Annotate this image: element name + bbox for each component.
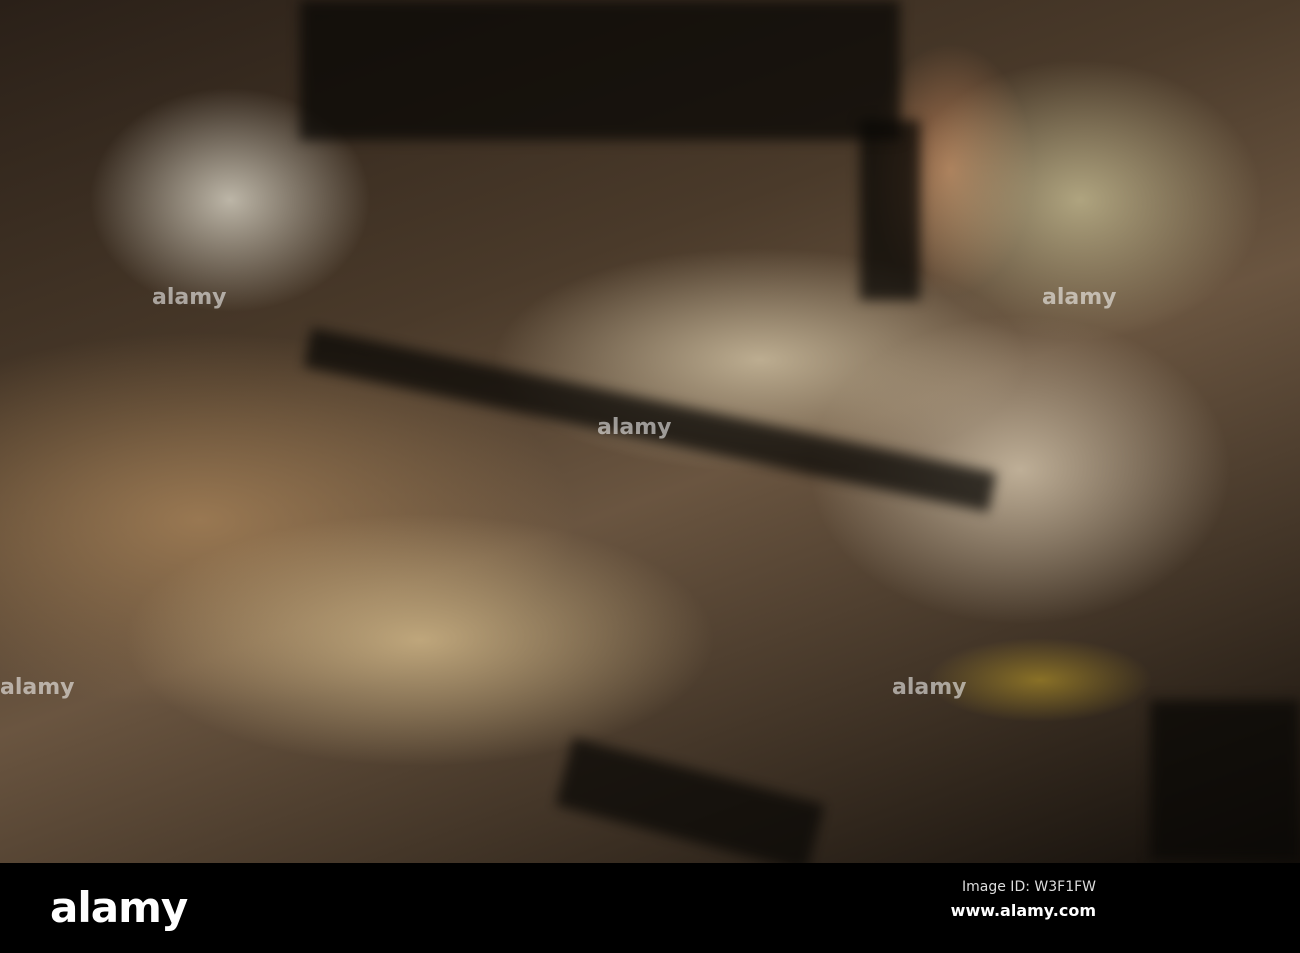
rock-crevice-shadow bbox=[555, 737, 825, 863]
cave-gap-shadow bbox=[860, 120, 920, 300]
image-id: Image ID: W3F1FW bbox=[962, 879, 1096, 895]
footer-bar: alamy Image ID: W3F1FW www.alamy.com bbox=[0, 863, 1300, 953]
watermark: alamy bbox=[152, 285, 227, 310]
corner-shadow bbox=[1150, 700, 1300, 860]
watermark: alamy bbox=[1042, 285, 1117, 310]
site-url: www.alamy.com bbox=[950, 901, 1096, 920]
ceiling-shadow bbox=[300, 0, 900, 140]
alamy-logo: alamy bbox=[50, 883, 188, 932]
watermark: alamy bbox=[0, 675, 75, 700]
watermark: alamy bbox=[892, 675, 967, 700]
watermark: alamy bbox=[597, 415, 672, 440]
cave-photo: alamy alamy alamy alamy alamy bbox=[0, 0, 1300, 863]
